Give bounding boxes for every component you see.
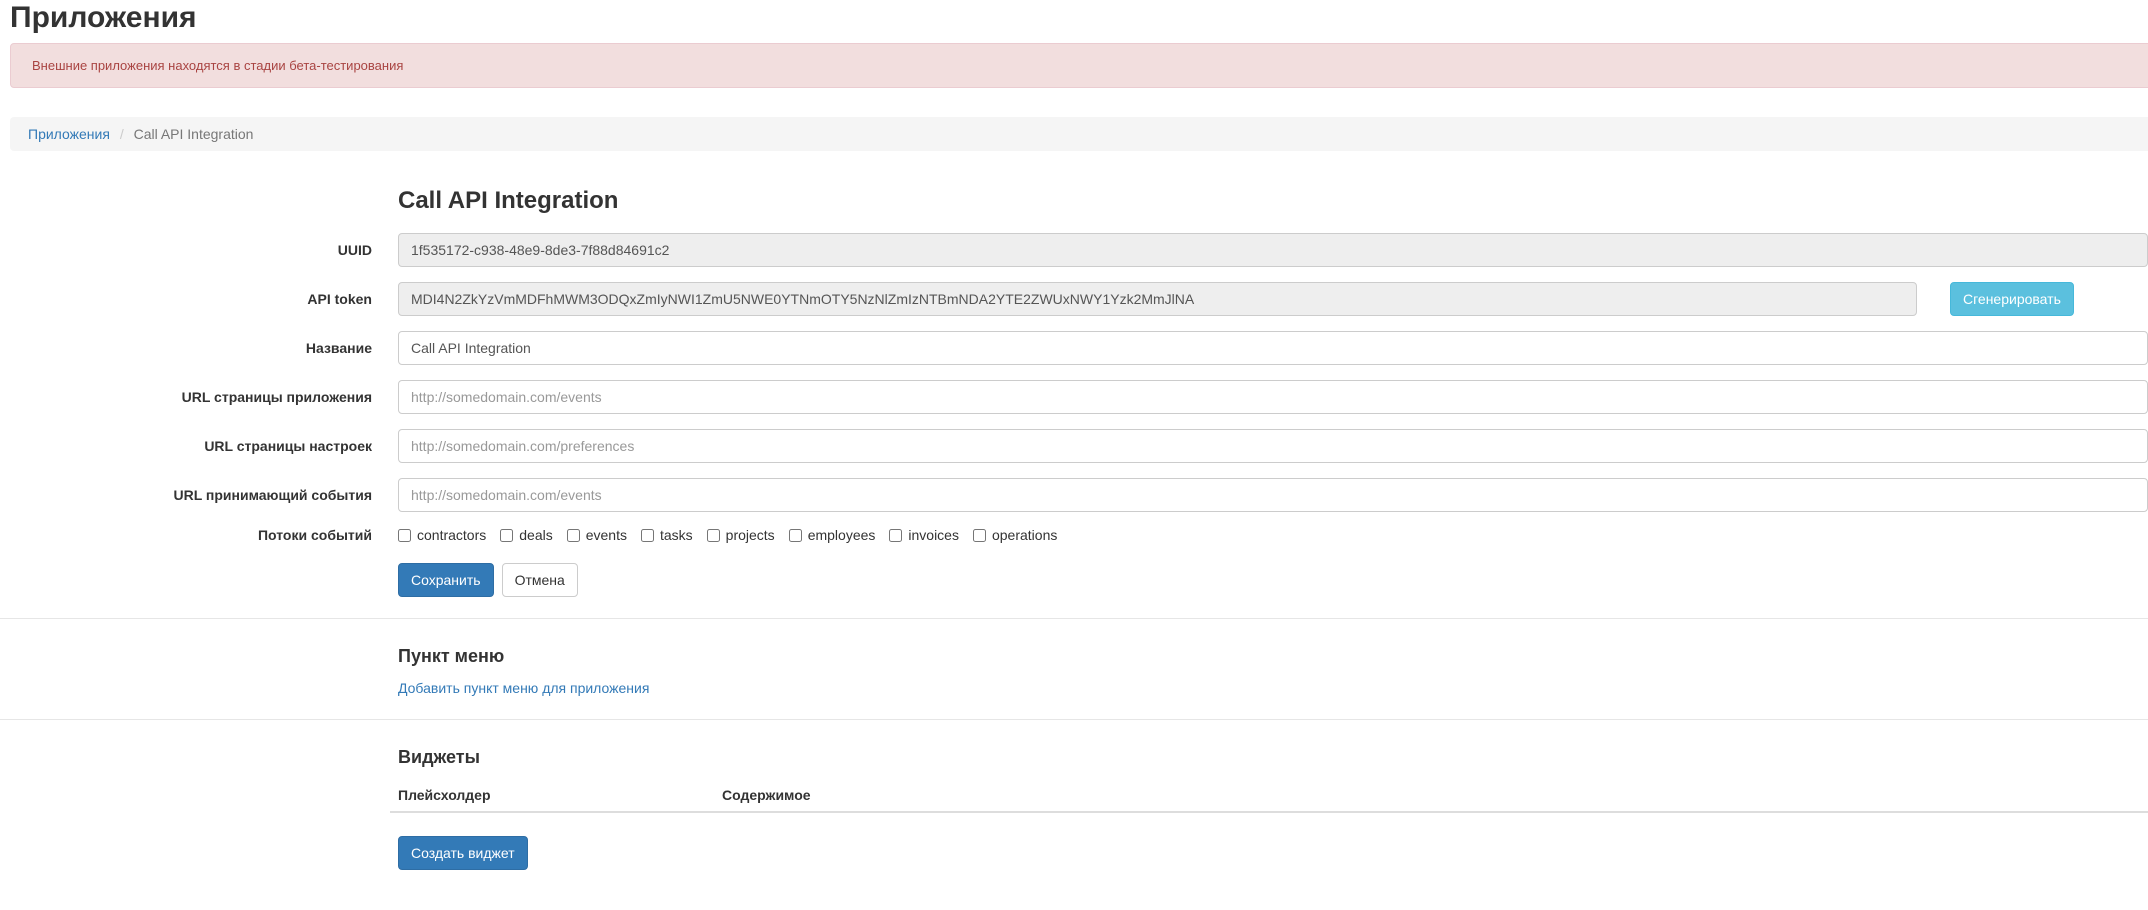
- form-actions: Сохранить Отмена: [398, 563, 2148, 597]
- employees-checkbox[interactable]: [789, 529, 802, 542]
- menu-section: Пункт меню Добавить пункт меню для прило…: [0, 646, 2148, 698]
- event-streams-row: Потоки событий contractors deals events …: [0, 527, 2148, 543]
- operations-checkbox[interactable]: [973, 529, 986, 542]
- beta-alert: Внешние приложения находятся в стадии бе…: [10, 43, 2148, 88]
- events-url-input[interactable]: [398, 478, 2148, 512]
- cancel-button[interactable]: Отмена: [502, 563, 578, 597]
- settings-url-row: URL страницы настроек: [0, 429, 2148, 463]
- beta-alert-text: Внешние приложения находятся в стадии бе…: [32, 58, 403, 73]
- widgets-table-header-row: Плейсхолдер Содержимое: [390, 779, 2148, 812]
- api-token-label: API token: [0, 291, 372, 307]
- uuid-input[interactable]: [398, 233, 2148, 267]
- create-widget-button[interactable]: Создать виджет: [398, 836, 528, 870]
- add-menu-item-link[interactable]: Добавить пункт меню для приложения: [398, 680, 649, 696]
- name-row: Название: [0, 331, 2148, 365]
- widgets-section-title: Виджеты: [398, 747, 2148, 768]
- save-button[interactable]: Сохранить: [398, 563, 494, 597]
- widgets-table-header-placeholder: Плейсхолдер: [390, 779, 714, 812]
- widgets-table-header-content: Содержимое: [714, 779, 2148, 812]
- uuid-label: UUID: [0, 242, 372, 258]
- name-input[interactable]: [398, 331, 2148, 365]
- breadcrumb-current: Call API Integration: [134, 126, 254, 142]
- invoices-checkbox[interactable]: [889, 529, 902, 542]
- widgets-section: Виджеты Плейсхолдер Содержимое Создать в…: [0, 747, 2148, 870]
- divider: [0, 719, 2148, 720]
- form-title: Call API Integration: [398, 187, 2148, 215]
- checkbox-option-tasks[interactable]: tasks: [641, 527, 693, 543]
- events-url-row: URL принимающий события: [0, 478, 2148, 512]
- event-streams-options: contractors deals events tasks projects …: [398, 527, 1057, 543]
- contractors-checkbox[interactable]: [398, 529, 411, 542]
- checkbox-option-contractors[interactable]: contractors: [398, 527, 486, 543]
- checkbox-option-invoices[interactable]: invoices: [889, 527, 959, 543]
- breadcrumb-link-applications[interactable]: Приложения: [28, 126, 110, 142]
- widgets-table: Плейсхолдер Содержимое: [390, 779, 2148, 813]
- events-checkbox[interactable]: [567, 529, 580, 542]
- breadcrumb: Приложения / Call API Integration: [10, 117, 2148, 151]
- page-title: Приложения: [10, 2, 2148, 34]
- events-url-label: URL принимающий события: [0, 487, 372, 503]
- name-label: Название: [0, 340, 372, 356]
- checkbox-option-projects[interactable]: projects: [707, 527, 775, 543]
- deals-checkbox[interactable]: [500, 529, 513, 542]
- app-url-label: URL страницы приложения: [0, 389, 372, 405]
- settings-url-label: URL страницы настроек: [0, 438, 372, 454]
- checkbox-option-employees[interactable]: employees: [789, 527, 876, 543]
- api-token-input[interactable]: [398, 282, 1917, 316]
- checkbox-option-events[interactable]: events: [567, 527, 627, 543]
- menu-section-title: Пункт меню: [398, 646, 2148, 667]
- app-url-input[interactable]: [398, 380, 2148, 414]
- checkbox-option-deals[interactable]: deals: [500, 527, 552, 543]
- api-token-row: API token Сгенерировать: [0, 282, 2148, 316]
- breadcrumb-separator: /: [120, 126, 124, 142]
- uuid-row: UUID: [0, 233, 2148, 267]
- projects-checkbox[interactable]: [707, 529, 720, 542]
- checkbox-option-operations[interactable]: operations: [973, 527, 1057, 543]
- settings-url-input[interactable]: [398, 429, 2148, 463]
- tasks-checkbox[interactable]: [641, 529, 654, 542]
- event-streams-label: Потоки событий: [0, 527, 372, 543]
- generate-token-button[interactable]: Сгенерировать: [1950, 282, 2074, 316]
- divider: [0, 618, 2148, 619]
- app-url-row: URL страницы приложения: [0, 380, 2148, 414]
